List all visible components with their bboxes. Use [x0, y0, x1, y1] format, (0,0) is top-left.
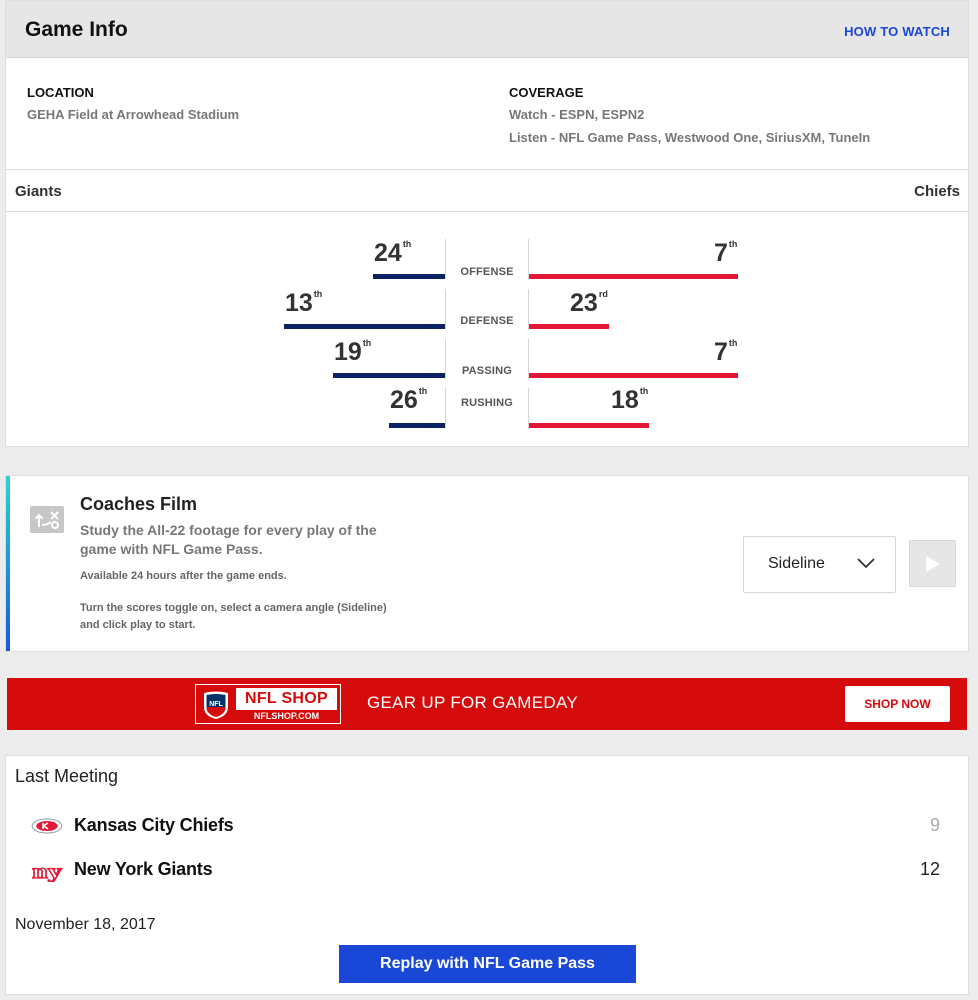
- chiefs-logo-icon: [31, 818, 63, 834]
- coaches-film-description: Study the All-22 footage for every play …: [80, 522, 377, 557]
- last-meeting-date: November 18, 2017: [15, 916, 156, 933]
- play-diagram-icon: [30, 506, 64, 533]
- team-header-row: Giants Chiefs: [6, 170, 968, 212]
- accent-strip: [6, 476, 10, 651]
- chiefs-offense-bar: [529, 274, 738, 279]
- location-value: GEHA Field at Arrowhead Stadium: [27, 107, 240, 122]
- last-meeting-row-chiefs: Kansas City Chiefs 9: [6, 806, 968, 846]
- giants-defense-bar: [284, 324, 445, 329]
- last-meeting-card: Last Meeting Kansas City Chiefs 9 ny New…: [5, 755, 969, 995]
- watch-value: ESPN, ESPN2: [559, 107, 645, 122]
- shop-now-button[interactable]: SHOP NOW: [845, 686, 950, 722]
- team-right-name: Chiefs: [914, 183, 960, 200]
- coverage-watch: Watch - ESPN, ESPN2: [509, 107, 644, 122]
- chiefs-rushing-bar: [529, 423, 649, 428]
- how-to-watch-link[interactable]: HOW TO WATCH: [844, 24, 950, 39]
- center-divider: [528, 388, 529, 428]
- listen-value: NFL Game Pass, Westwood One, SiriusXM, T…: [558, 130, 871, 145]
- camera-angle-value: Sideline: [768, 555, 825, 572]
- giants-offense-rank: 24th: [374, 239, 412, 267]
- team-left-name: Giants: [15, 183, 62, 200]
- offense-stat-label: OFFENSE: [460, 266, 514, 278]
- nfl-shop-banner[interactable]: NFL NFL SHOP NFLSHOP.COM GEAR UP FOR GAM…: [5, 676, 969, 732]
- shop-tagline: GEAR UP FOR GAMEDAY: [367, 693, 578, 712]
- giants-passing-bar: [333, 373, 445, 378]
- chiefs-defense-rank: 23rd: [570, 289, 608, 317]
- giants-defense-rank: 13th: [285, 289, 323, 317]
- chiefs-defense-bar: [529, 324, 609, 329]
- giants-rushing-rank: 26th: [390, 386, 428, 414]
- coaches-film-title: Coaches Film: [80, 494, 198, 514]
- defense-stat-label: DEFENSE: [460, 315, 514, 327]
- last-meeting-team-name: Kansas City Chiefs: [74, 815, 234, 835]
- coaches-film-card: Coaches Film Study the All-22 footage fo…: [5, 475, 969, 652]
- play-icon: [926, 556, 940, 572]
- svg-text:ny: ny: [32, 861, 62, 882]
- rushing-stat-label: RUSHING: [460, 397, 514, 409]
- giants-rushing-bar: [389, 423, 445, 428]
- game-details: LOCATION GEHA Field at Arrowhead Stadium…: [6, 58, 968, 170]
- nfl-shop-logo: NFL NFL SHOP NFLSHOP.COM: [195, 684, 341, 724]
- instructions-line-1: Turn the scores toggle on, select a came…: [80, 602, 387, 614]
- giants-logo-icon: ny: [31, 860, 62, 882]
- chiefs-passing-bar: [529, 373, 738, 378]
- svg-text:NFL: NFL: [209, 701, 223, 708]
- center-divider: [528, 239, 529, 279]
- last-meeting-score: 12: [919, 859, 940, 879]
- camera-angle-select[interactable]: Sideline: [743, 536, 896, 593]
- giants-offense-bar: [373, 274, 445, 279]
- nfl-shield-icon: NFL: [204, 691, 228, 719]
- nfl-shop-wordmark: NFL SHOP: [236, 688, 337, 710]
- replay-game-pass-button[interactable]: Replay with NFL Game Pass: [339, 945, 636, 983]
- coverage-listen: Listen - NFL Game Pass, Westwood One, Si…: [509, 130, 870, 145]
- play-button[interactable]: [909, 540, 956, 587]
- chiefs-rushing-rank: 18th: [611, 386, 649, 414]
- nfl-shop-wordmark-text: NFL SHOP: [244, 690, 328, 707]
- last-meeting-row-giants: ny New York Giants 12: [6, 850, 968, 890]
- chiefs-passing-rank: 7th: [714, 338, 738, 366]
- giants-passing-rank: 19th: [334, 338, 372, 366]
- game-info-header: Game Info HOW TO WATCH: [6, 1, 968, 58]
- last-meeting-score: 9: [929, 815, 940, 835]
- last-meeting-title: Last Meeting: [15, 766, 119, 786]
- availability-note: Available 24 hours after the game ends.: [80, 570, 287, 582]
- listen-label: Listen -: [509, 130, 556, 145]
- game-info-card: Game Info HOW TO WATCH LOCATION GEHA Fie…: [5, 0, 969, 447]
- game-info-title: Game Info: [25, 18, 128, 41]
- passing-stat-label: PASSING: [461, 365, 513, 377]
- chiefs-offense-rank: 7th: [714, 239, 738, 267]
- coverage-label: COVERAGE: [509, 85, 584, 100]
- last-meeting-team-name: New York Giants: [74, 859, 213, 879]
- watch-label: Watch -: [509, 107, 556, 122]
- instructions-line-2: and click play to start.: [80, 619, 196, 631]
- team-rank-comparison: 24th 7th OFFENSE 13th 23rd DEFENSE 19th 7th PASS…: [6, 212, 968, 446]
- nfl-shop-url: NFLSHOP.COM: [253, 711, 320, 721]
- location-label: LOCATION: [27, 85, 94, 100]
- center-divider: [528, 289, 529, 329]
- chevron-down-icon: [857, 558, 875, 569]
